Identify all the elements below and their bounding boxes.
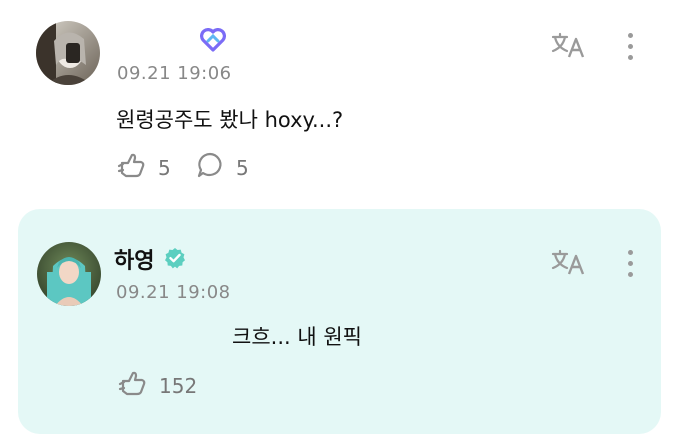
like-hand-icon	[117, 369, 147, 402]
comment-item: 09.21 19:06 원령공주도 봤나 hoxy...? 5 5	[0, 0, 680, 200]
reply-card: 하영 09.21 19:08 크흐... 내 원픽 152	[18, 209, 661, 434]
like-hand-icon	[116, 151, 146, 184]
reply-text: 크흐... 내 원픽	[232, 325, 362, 349]
fandom-heart-badge-icon	[200, 27, 226, 53]
reply-author-avatar[interactable]	[37, 242, 101, 306]
reply-count: 5	[236, 155, 249, 180]
speech-bubble-icon	[196, 151, 224, 184]
translate-icon[interactable]	[551, 248, 587, 278]
like-button[interactable]: 5	[116, 151, 171, 184]
commenter-avatar[interactable]	[36, 21, 100, 85]
verified-check-icon	[164, 247, 186, 269]
like-count: 5	[158, 155, 171, 180]
reply-like-button[interactable]: 152	[117, 369, 197, 402]
translate-icon[interactable]	[551, 31, 587, 61]
comment-timestamp: 09.21 19:06	[117, 63, 232, 84]
comment-text: 원령공주도 봤나 hoxy...?	[116, 108, 344, 132]
more-vertical-icon[interactable]	[620, 28, 640, 64]
reply-author-name[interactable]: 하영	[114, 243, 154, 275]
reply-button[interactable]: 5	[196, 151, 249, 184]
reply-like-count: 152	[159, 373, 198, 398]
reply-timestamp: 09.21 19:08	[116, 282, 231, 303]
more-vertical-icon[interactable]	[620, 245, 640, 281]
